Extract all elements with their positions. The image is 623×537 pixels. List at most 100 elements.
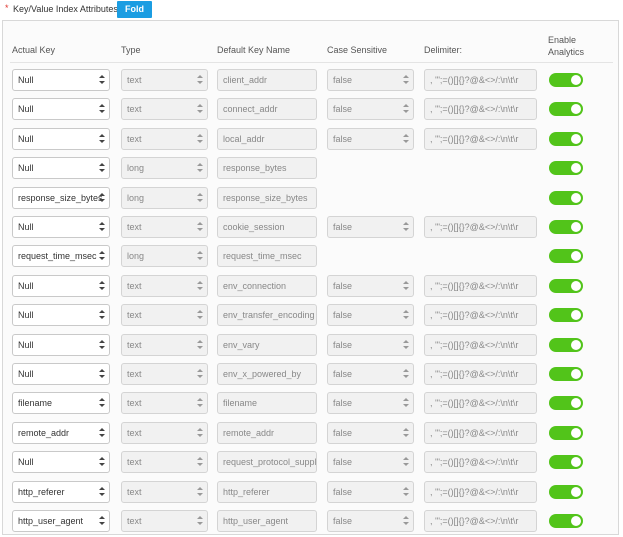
- type-select[interactable]: text: [121, 69, 208, 91]
- default-key-name-field[interactable]: connect_addr: [217, 98, 317, 121]
- enable-analytics-toggle[interactable]: [549, 396, 583, 411]
- type-select[interactable]: text: [121, 363, 208, 385]
- type-select[interactable]: text: [121, 274, 208, 297]
- case-sensitive-select[interactable]: false: [327, 392, 414, 415]
- default-key-name-field[interactable]: client_addr: [217, 69, 317, 91]
- default-key-name-field[interactable]: env_connection: [217, 274, 317, 297]
- enable-analytics-toggle[interactable]: [549, 249, 583, 264]
- delimiter-field[interactable]: , '";=()[]{}?@&<>/:\n\t\r: [424, 216, 537, 238]
- case-sensitive-value: false: [333, 457, 353, 468]
- type-select[interactable]: text: [121, 421, 208, 444]
- delimiter-field[interactable]: , '";=()[]{}?@&<>/:\n\t\r: [424, 480, 537, 503]
- actual-key-select[interactable]: Null: [12, 363, 110, 385]
- actual-key-select[interactable]: filename: [12, 392, 110, 415]
- select-arrows-icon: [99, 369, 105, 379]
- type-select[interactable]: long: [121, 157, 208, 180]
- select-arrows-icon: [403, 369, 409, 379]
- enable-analytics-toggle[interactable]: [549, 337, 583, 352]
- case-sensitive-value: false: [333, 280, 353, 291]
- type-select[interactable]: text: [121, 216, 208, 238]
- default-key-name-field[interactable]: env_x_powered_by: [217, 363, 317, 385]
- delimiter-field[interactable]: , '";=()[]{}?@&<>/:\n\t\r: [424, 274, 537, 297]
- case-sensitive-select[interactable]: false: [327, 333, 414, 356]
- table-row: http_referer text http_referer false , '";=(…: [3, 480, 620, 505]
- case-sensitive-select[interactable]: false: [327, 274, 414, 297]
- actual-key-select[interactable]: Null: [12, 274, 110, 297]
- actual-key-select[interactable]: response_size_bytes: [12, 186, 110, 209]
- type-select[interactable]: text: [121, 510, 208, 532]
- actual-key-select[interactable]: request_time_msec: [12, 245, 110, 268]
- default-key-name-field[interactable]: env_vary: [217, 333, 317, 356]
- enable-analytics-toggle[interactable]: [549, 484, 583, 499]
- actual-key-select[interactable]: Null: [12, 216, 110, 238]
- actual-key-select[interactable]: Null: [12, 333, 110, 356]
- type-select[interactable]: text: [121, 333, 208, 356]
- type-select[interactable]: long: [121, 186, 208, 209]
- default-key-name-field[interactable]: local_addr: [217, 127, 317, 150]
- case-sensitive-value: false: [333, 516, 353, 526]
- default-key-name-field[interactable]: cookie_session: [217, 216, 317, 238]
- fold-button[interactable]: Fold: [117, 1, 152, 18]
- delimiter-field[interactable]: , '";=()[]{}?@&<>/:\n\t\r: [424, 510, 537, 532]
- enable-analytics-toggle[interactable]: [549, 455, 583, 470]
- case-sensitive-select[interactable]: false: [327, 421, 414, 444]
- default-key-name-field[interactable]: http_referer: [217, 480, 317, 503]
- delimiter-field[interactable]: , '";=()[]{}?@&<>/:\n\t\r: [424, 69, 537, 91]
- delimiter-field[interactable]: , '";=()[]{}?@&<>/:\n\t\r: [424, 127, 537, 150]
- case-sensitive-select[interactable]: false: [327, 69, 414, 91]
- case-sensitive-select[interactable]: false: [327, 304, 414, 327]
- enable-analytics-toggle[interactable]: [549, 220, 583, 234]
- default-key-name-field[interactable]: env_transfer_encoding: [217, 304, 317, 327]
- enable-analytics-toggle[interactable]: [549, 278, 583, 293]
- delimiter-field[interactable]: , '";=()[]{}?@&<>/:\n\t\r: [424, 363, 537, 385]
- enable-analytics-toggle[interactable]: [549, 161, 583, 176]
- case-sensitive-select[interactable]: false: [327, 98, 414, 121]
- actual-key-select[interactable]: Null: [12, 304, 110, 327]
- actual-key-value: Null: [18, 457, 34, 468]
- type-select[interactable]: text: [121, 480, 208, 503]
- type-select[interactable]: text: [121, 98, 208, 121]
- delimiter-field[interactable]: , '";=()[]{}?@&<>/:\n\t\r: [424, 304, 537, 327]
- actual-key-select[interactable]: Null: [12, 69, 110, 91]
- enable-analytics-toggle[interactable]: [549, 102, 583, 117]
- enable-analytics-toggle[interactable]: [549, 367, 583, 381]
- delimiter-field[interactable]: , '";=()[]{}?@&<>/:\n\t\r: [424, 333, 537, 356]
- actual-key-select[interactable]: Null: [12, 127, 110, 150]
- case-sensitive-select[interactable]: false: [327, 480, 414, 503]
- default-key-name-field[interactable]: response_bytes: [217, 157, 317, 180]
- enable-analytics-toggle[interactable]: [549, 514, 583, 528]
- type-select[interactable]: text: [121, 127, 208, 150]
- enable-analytics-toggle[interactable]: [549, 190, 583, 205]
- actual-key-select[interactable]: remote_addr: [12, 421, 110, 444]
- delimiter-field[interactable]: , '";=()[]{}?@&<>/:\n\t\r: [424, 421, 537, 444]
- col-enable-analytics-line2: Analytics: [548, 47, 585, 57]
- case-sensitive-select[interactable]: false: [327, 510, 414, 532]
- case-sensitive-select[interactable]: false: [327, 127, 414, 150]
- delimiter-field[interactable]: , '";=()[]{}?@&<>/:\n\t\r: [424, 392, 537, 415]
- default-key-name-field[interactable]: remote_addr: [217, 421, 317, 444]
- enable-analytics-toggle[interactable]: [549, 425, 583, 440]
- default-key-name-field[interactable]: http_user_agent: [217, 510, 317, 532]
- type-select[interactable]: long: [121, 245, 208, 268]
- actual-key-select[interactable]: http_user_agent: [12, 510, 110, 532]
- default-key-name-field[interactable]: filename: [217, 392, 317, 415]
- type-select[interactable]: text: [121, 392, 208, 415]
- type-select[interactable]: text: [121, 304, 208, 327]
- case-sensitive-select[interactable]: false: [327, 451, 414, 474]
- enable-analytics-toggle[interactable]: [549, 308, 583, 323]
- delimiter-field[interactable]: , '";=()[]{}?@&<>/:\n\t\r: [424, 451, 537, 474]
- actual-key-select[interactable]: Null: [12, 98, 110, 121]
- default-key-name-field[interactable]: request_protocol_suppl: [217, 451, 317, 474]
- default-key-name-field[interactable]: response_size_bytes: [217, 186, 317, 209]
- delimiter-field[interactable]: , '";=()[]{}?@&<>/:\n\t\r: [424, 98, 537, 121]
- actual-key-select[interactable]: Null: [12, 157, 110, 180]
- select-arrows-icon: [197, 133, 203, 144]
- actual-key-select[interactable]: http_referer: [12, 480, 110, 503]
- actual-key-select[interactable]: Null: [12, 451, 110, 474]
- type-select[interactable]: text: [121, 451, 208, 474]
- enable-analytics-toggle[interactable]: [549, 73, 583, 87]
- case-sensitive-select[interactable]: false: [327, 216, 414, 238]
- default-key-name-field[interactable]: request_time_msec: [217, 245, 317, 268]
- case-sensitive-select[interactable]: false: [327, 363, 414, 385]
- enable-analytics-toggle[interactable]: [549, 131, 583, 146]
